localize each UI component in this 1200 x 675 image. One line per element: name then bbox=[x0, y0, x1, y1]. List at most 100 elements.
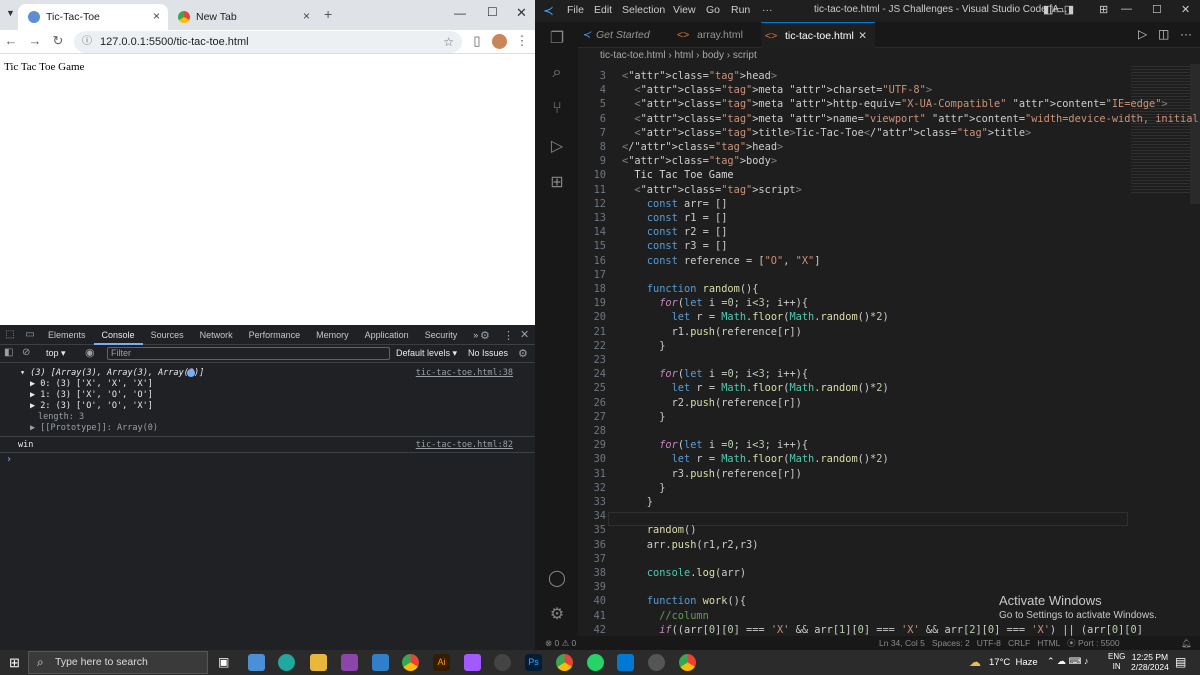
problems-status[interactable]: ⊗ 0 ⚠ 0 bbox=[545, 636, 576, 650]
code-line[interactable]: let r = Math.floor(Math.random()*2) bbox=[622, 311, 889, 323]
code-line[interactable]: } bbox=[622, 411, 665, 423]
windows-start-icon[interactable]: ⊞ bbox=[9, 655, 20, 671]
sidebar-toggle-icon[interactable]: ◧ bbox=[4, 347, 13, 358]
code-line[interactable]: <"attr">class="tag">meta "attr">charset=… bbox=[622, 84, 932, 96]
code-line[interactable]: <"attr">class="tag">script> bbox=[622, 184, 801, 196]
tab-console[interactable]: Console bbox=[93, 325, 143, 345]
code-line[interactable]: let r = Math.floor(Math.random()*2) bbox=[622, 382, 889, 394]
manage-gear-icon[interactable]: ⚙ bbox=[546, 604, 568, 626]
taskbar-search-box[interactable]: ⌕ Type here to search bbox=[28, 651, 208, 674]
editor-more-icon[interactable]: ··· bbox=[1180, 27, 1192, 41]
log-levels-select[interactable]: Default levels ▾ bbox=[396, 348, 457, 359]
mail-icon[interactable] bbox=[372, 654, 389, 671]
close-tab-icon[interactable]: × bbox=[303, 9, 310, 23]
code-line[interactable]: for(let i =0; i<3; i++){ bbox=[622, 368, 808, 380]
profile-avatar[interactable] bbox=[492, 34, 507, 49]
code-line[interactable]: //column bbox=[622, 610, 709, 622]
code-line[interactable]: r2.push(reference[r]) bbox=[622, 397, 802, 409]
code-line[interactable]: } bbox=[622, 340, 665, 352]
tab-sources[interactable]: Sources bbox=[143, 325, 192, 345]
code-line[interactable]: Tic Tac Toe Game bbox=[622, 169, 733, 181]
clear-console-icon[interactable]: ⊘ bbox=[22, 347, 30, 358]
breadcrumb-body[interactable]: body bbox=[702, 50, 724, 61]
console-filter-input[interactable]: Filter bbox=[107, 347, 390, 360]
live-expression-eye-icon[interactable]: ◉ bbox=[85, 346, 95, 359]
code-line[interactable]: console.log(arr) bbox=[622, 567, 746, 579]
minimize-icon[interactable]: — bbox=[1121, 3, 1132, 15]
code-line[interactable]: <"attr">class="tag">head> bbox=[622, 70, 777, 82]
tab-network[interactable]: Network bbox=[192, 325, 241, 345]
whatsapp-icon[interactable] bbox=[587, 654, 604, 671]
code-editor[interactable]: 3 <"attr">class="tag">head> 4 <"attr">clas… bbox=[578, 64, 1200, 636]
media-player-icon[interactable] bbox=[494, 654, 511, 671]
code-line[interactable]: if((arr[0][0] === 'X' && arr[1][0] === '… bbox=[622, 624, 1143, 636]
tab-memory[interactable]: Memory bbox=[308, 325, 357, 345]
code-line[interactable]: <"attr">class="tag">body> bbox=[622, 155, 777, 167]
illustrator-icon[interactable]: Ai bbox=[433, 654, 450, 671]
code-line[interactable]: } bbox=[622, 496, 653, 508]
new-tab-icon[interactable]: + bbox=[324, 6, 332, 22]
tab-application[interactable]: Application bbox=[357, 325, 417, 345]
browser-tab-new-tab[interactable]: New Tab × bbox=[168, 4, 318, 30]
breadcrumb-script[interactable]: script bbox=[733, 50, 757, 61]
forward-icon[interactable]: → bbox=[26, 33, 44, 48]
close-window-icon[interactable]: ✕ bbox=[516, 5, 527, 21]
context-select[interactable]: top ▾ bbox=[46, 348, 66, 359]
github-icon[interactable] bbox=[648, 654, 665, 671]
phpstorm-icon[interactable] bbox=[341, 654, 358, 671]
task-view-icon[interactable]: ▣ bbox=[218, 655, 229, 669]
device-toolbar-icon[interactable]: ▭ bbox=[20, 329, 40, 340]
app-store-icon[interactable] bbox=[248, 654, 265, 671]
address-bar[interactable]: ⓘ 127.0.0.1:5500/tic-tac-toe.html ☆ bbox=[74, 31, 462, 53]
console-settings-icon[interactable]: ⚙ bbox=[518, 347, 528, 360]
code-line[interactable]: const r1 = [] bbox=[622, 212, 728, 224]
menu-go[interactable]: Go bbox=[706, 4, 720, 16]
minimize-icon[interactable]: — bbox=[454, 6, 466, 20]
menu-view[interactable]: View bbox=[673, 4, 696, 16]
chrome-icon[interactable] bbox=[402, 654, 419, 671]
language-indicator[interactable]: ENG IN bbox=[1108, 652, 1125, 672]
menu-run[interactable]: Run bbox=[731, 4, 750, 16]
minimap[interactable] bbox=[1131, 64, 1191, 194]
run-file-icon[interactable]: ▷ bbox=[1138, 27, 1147, 41]
console-prompt[interactable]: › bbox=[6, 454, 12, 465]
devtools-settings-icon[interactable]: ⚙ bbox=[480, 329, 490, 342]
close-tab-icon[interactable]: × bbox=[153, 9, 160, 23]
split-editor-icon[interactable]: ◫ bbox=[1158, 27, 1169, 41]
source-link-38[interactable]: tic-tac-toe.html:38 bbox=[416, 368, 513, 378]
edge-icon[interactable] bbox=[278, 654, 295, 671]
code-line[interactable]: const r3 = [] bbox=[622, 240, 728, 252]
code-line[interactable]: <"attr">class="tag">meta "attr">http-equ… bbox=[622, 98, 1167, 110]
scrollbar[interactable] bbox=[1190, 64, 1200, 204]
code-line[interactable]: random() bbox=[622, 524, 697, 536]
tab-security[interactable]: Security bbox=[417, 325, 466, 345]
code-line[interactable]: r3.push(reference[r]) bbox=[622, 468, 802, 480]
tab-array-html[interactable]: <> array.html bbox=[673, 22, 761, 48]
explorer-icon[interactable]: ❐ bbox=[546, 28, 568, 50]
maximize-icon[interactable]: ☐ bbox=[487, 5, 498, 19]
close-window-icon[interactable]: ✕ bbox=[1181, 3, 1190, 16]
console-array-summary[interactable]: ▾ (3) [Array(3), Array(3), Array(3)] bbox=[20, 368, 204, 378]
inspect-element-icon[interactable]: ⬚ bbox=[0, 329, 20, 340]
tab-elements[interactable]: Elements bbox=[40, 325, 94, 345]
code-line[interactable]: r1.push(reference[r]) bbox=[622, 326, 802, 338]
notifications-icon[interactable]: 🔔︎ bbox=[1181, 636, 1192, 650]
account-icon[interactable]: ◯ bbox=[546, 568, 568, 590]
code-line[interactable]: arr.push(r1,r2,r3) bbox=[622, 539, 759, 551]
code-line[interactable]: for(let i =0; i<3; i++){ bbox=[622, 439, 808, 451]
tab-search-icon[interactable]: ▼ bbox=[6, 8, 15, 18]
console-array-row[interactable]: ▶ 1: (3) ['X', 'O', 'O'] bbox=[30, 390, 153, 400]
code-line[interactable]: for(let i =0; i<3; i++){ bbox=[622, 297, 808, 309]
menu-kebab-icon[interactable]: ⋮ bbox=[513, 33, 531, 49]
console-array-row[interactable]: ▶ 0: (3) ['X', 'X', 'X'] bbox=[30, 379, 153, 389]
layout-toggle-icon[interactable]: ◧▭◨ bbox=[1043, 3, 1074, 16]
back-icon[interactable]: ← bbox=[2, 33, 20, 48]
weather-text[interactable]: 17°C Haze bbox=[989, 657, 1038, 668]
console-prototype[interactable]: ▶ [[Prototype]]: Array(0) bbox=[30, 423, 158, 433]
code-line[interactable]: function random(){ bbox=[622, 283, 759, 295]
search-icon[interactable]: ⌕ bbox=[546, 64, 568, 86]
breadcrumb-html[interactable]: html bbox=[674, 50, 693, 61]
tab-get-started[interactable]: ≺ Get Started bbox=[578, 22, 673, 48]
figma-icon[interactable] bbox=[464, 654, 481, 671]
source-control-icon[interactable]: ⑂ bbox=[546, 100, 568, 122]
